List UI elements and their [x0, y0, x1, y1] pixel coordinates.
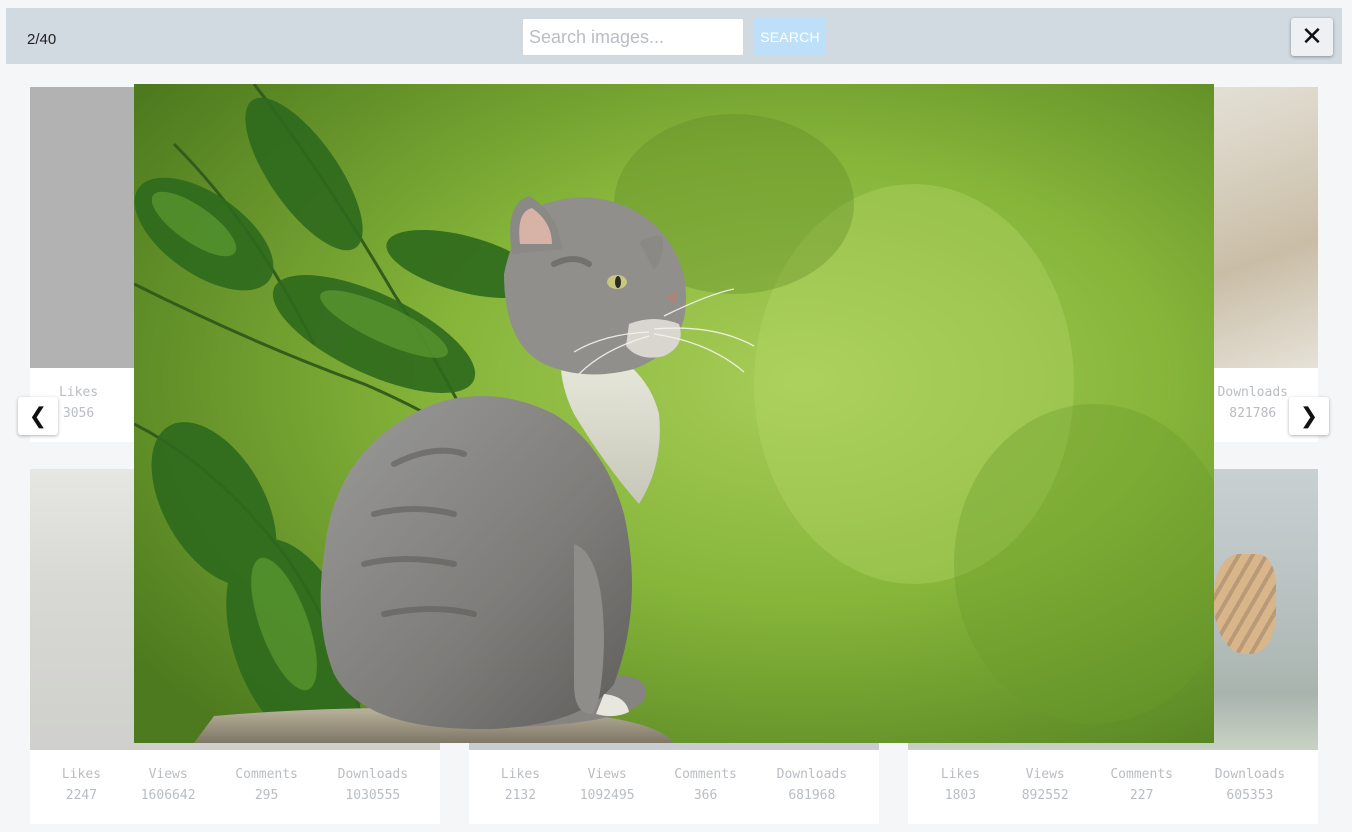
- kitten-photo: [134, 84, 1214, 743]
- stat-likes: Likes 2247: [62, 767, 101, 803]
- stat-likes: Likes 3056: [59, 385, 98, 421]
- stat-likes: Likes 2132: [501, 767, 540, 803]
- close-icon: ✕: [1301, 22, 1323, 52]
- stat-label: Likes: [59, 385, 99, 400]
- chevron-left-icon: ❮: [28, 403, 48, 429]
- stat-label: Downloads: [776, 767, 848, 782]
- image-viewer: Likes 3056 Downloads 821786 Likes 2247 V…: [0, 0, 1352, 832]
- stat-value: 1606642: [140, 788, 196, 803]
- stat-downloads: Downloads 605353: [1215, 767, 1285, 803]
- stat-downloads: Downloads 681968: [777, 767, 847, 803]
- stat-label: Comments: [235, 767, 298, 782]
- stat-label: Likes: [940, 767, 980, 782]
- stat-value: 605353: [1226, 788, 1274, 803]
- modal-image: [134, 84, 1214, 743]
- stat-views: Views 892552: [1022, 767, 1069, 803]
- stat-likes: Likes 1803: [941, 767, 980, 803]
- stat-label: Views: [148, 767, 188, 782]
- stat-label: Downloads: [1214, 767, 1286, 782]
- stat-views: Views 1606642: [141, 767, 196, 803]
- stat-label: Downloads: [1217, 385, 1288, 400]
- stat-value: 1803: [944, 788, 977, 803]
- search-input[interactable]: [522, 18, 744, 56]
- stat-downloads: Downloads 821786: [1218, 385, 1288, 421]
- stat-value: 821786: [1229, 406, 1277, 421]
- prev-button[interactable]: ❮: [18, 397, 58, 435]
- chevron-right-icon: ❯: [1299, 403, 1319, 429]
- card-stats: Likes 2247 Views 1606642 Comments 295 Do…: [30, 767, 440, 803]
- stat-label: Views: [587, 767, 627, 782]
- stat-value: 227: [1129, 788, 1154, 803]
- stat-value: 1092495: [579, 788, 635, 803]
- stat-label: Likes: [61, 767, 101, 782]
- stat-comments: Comments 227: [1110, 767, 1173, 803]
- stat-label: Likes: [500, 767, 540, 782]
- stat-value: 366: [693, 788, 718, 803]
- stat-label: Downloads: [337, 767, 409, 782]
- tiger-shape: [1214, 554, 1276, 654]
- toolbar: 2/40 SEARCH ✕: [6, 8, 1342, 64]
- stat-label: Comments: [674, 767, 737, 782]
- stat-label: Views: [1025, 767, 1065, 782]
- image-counter: 2/40: [27, 31, 57, 48]
- stat-comments: Comments 366: [674, 767, 737, 803]
- stat-value: 892552: [1021, 788, 1069, 803]
- stat-value: 2247: [65, 788, 98, 803]
- stat-value: 3056: [62, 406, 95, 421]
- card-stats: Likes 2132 Views 1092495 Comments 366 Do…: [469, 767, 879, 803]
- stat-label: Comments: [1110, 767, 1173, 782]
- stat-comments: Comments 295: [235, 767, 298, 803]
- next-button[interactable]: ❯: [1289, 397, 1329, 435]
- stat-value: 681968: [788, 788, 836, 803]
- stat-views: Views 1092495: [580, 767, 635, 803]
- stat-value: 2132: [504, 788, 537, 803]
- stat-downloads: Downloads 1030555: [338, 767, 408, 803]
- card-stats: Likes 1803 Views 892552 Comments 227 Dow…: [908, 767, 1318, 803]
- close-button[interactable]: ✕: [1291, 18, 1333, 56]
- stat-value: 295: [254, 788, 279, 803]
- search-button[interactable]: SEARCH: [754, 18, 826, 56]
- pupil: [615, 276, 621, 288]
- stat-value: 1030555: [345, 788, 401, 803]
